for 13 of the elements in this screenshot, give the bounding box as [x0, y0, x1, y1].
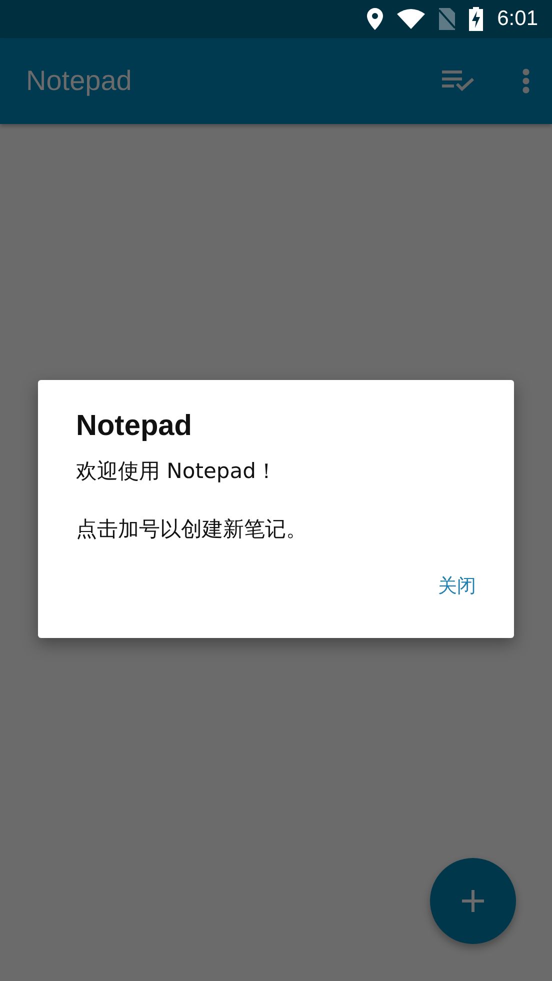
checklist-icon[interactable] [442, 70, 476, 92]
clock-time: 6:01 [497, 7, 538, 31]
location-icon [367, 8, 384, 30]
close-button[interactable]: 关闭 [430, 569, 484, 603]
app-title: Notepad [26, 65, 133, 97]
dialog-message: 欢迎使用 Notepad！ [76, 458, 278, 485]
plus-icon [462, 890, 484, 912]
battery-charging-icon [469, 7, 484, 31]
dialog-title: Notepad [76, 410, 193, 443]
wifi-icon [397, 9, 426, 29]
more-options-icon[interactable] [522, 68, 530, 94]
no-sim-icon [439, 8, 456, 30]
dialog-message: 点击加号以创建新笔记。 [76, 516, 308, 543]
